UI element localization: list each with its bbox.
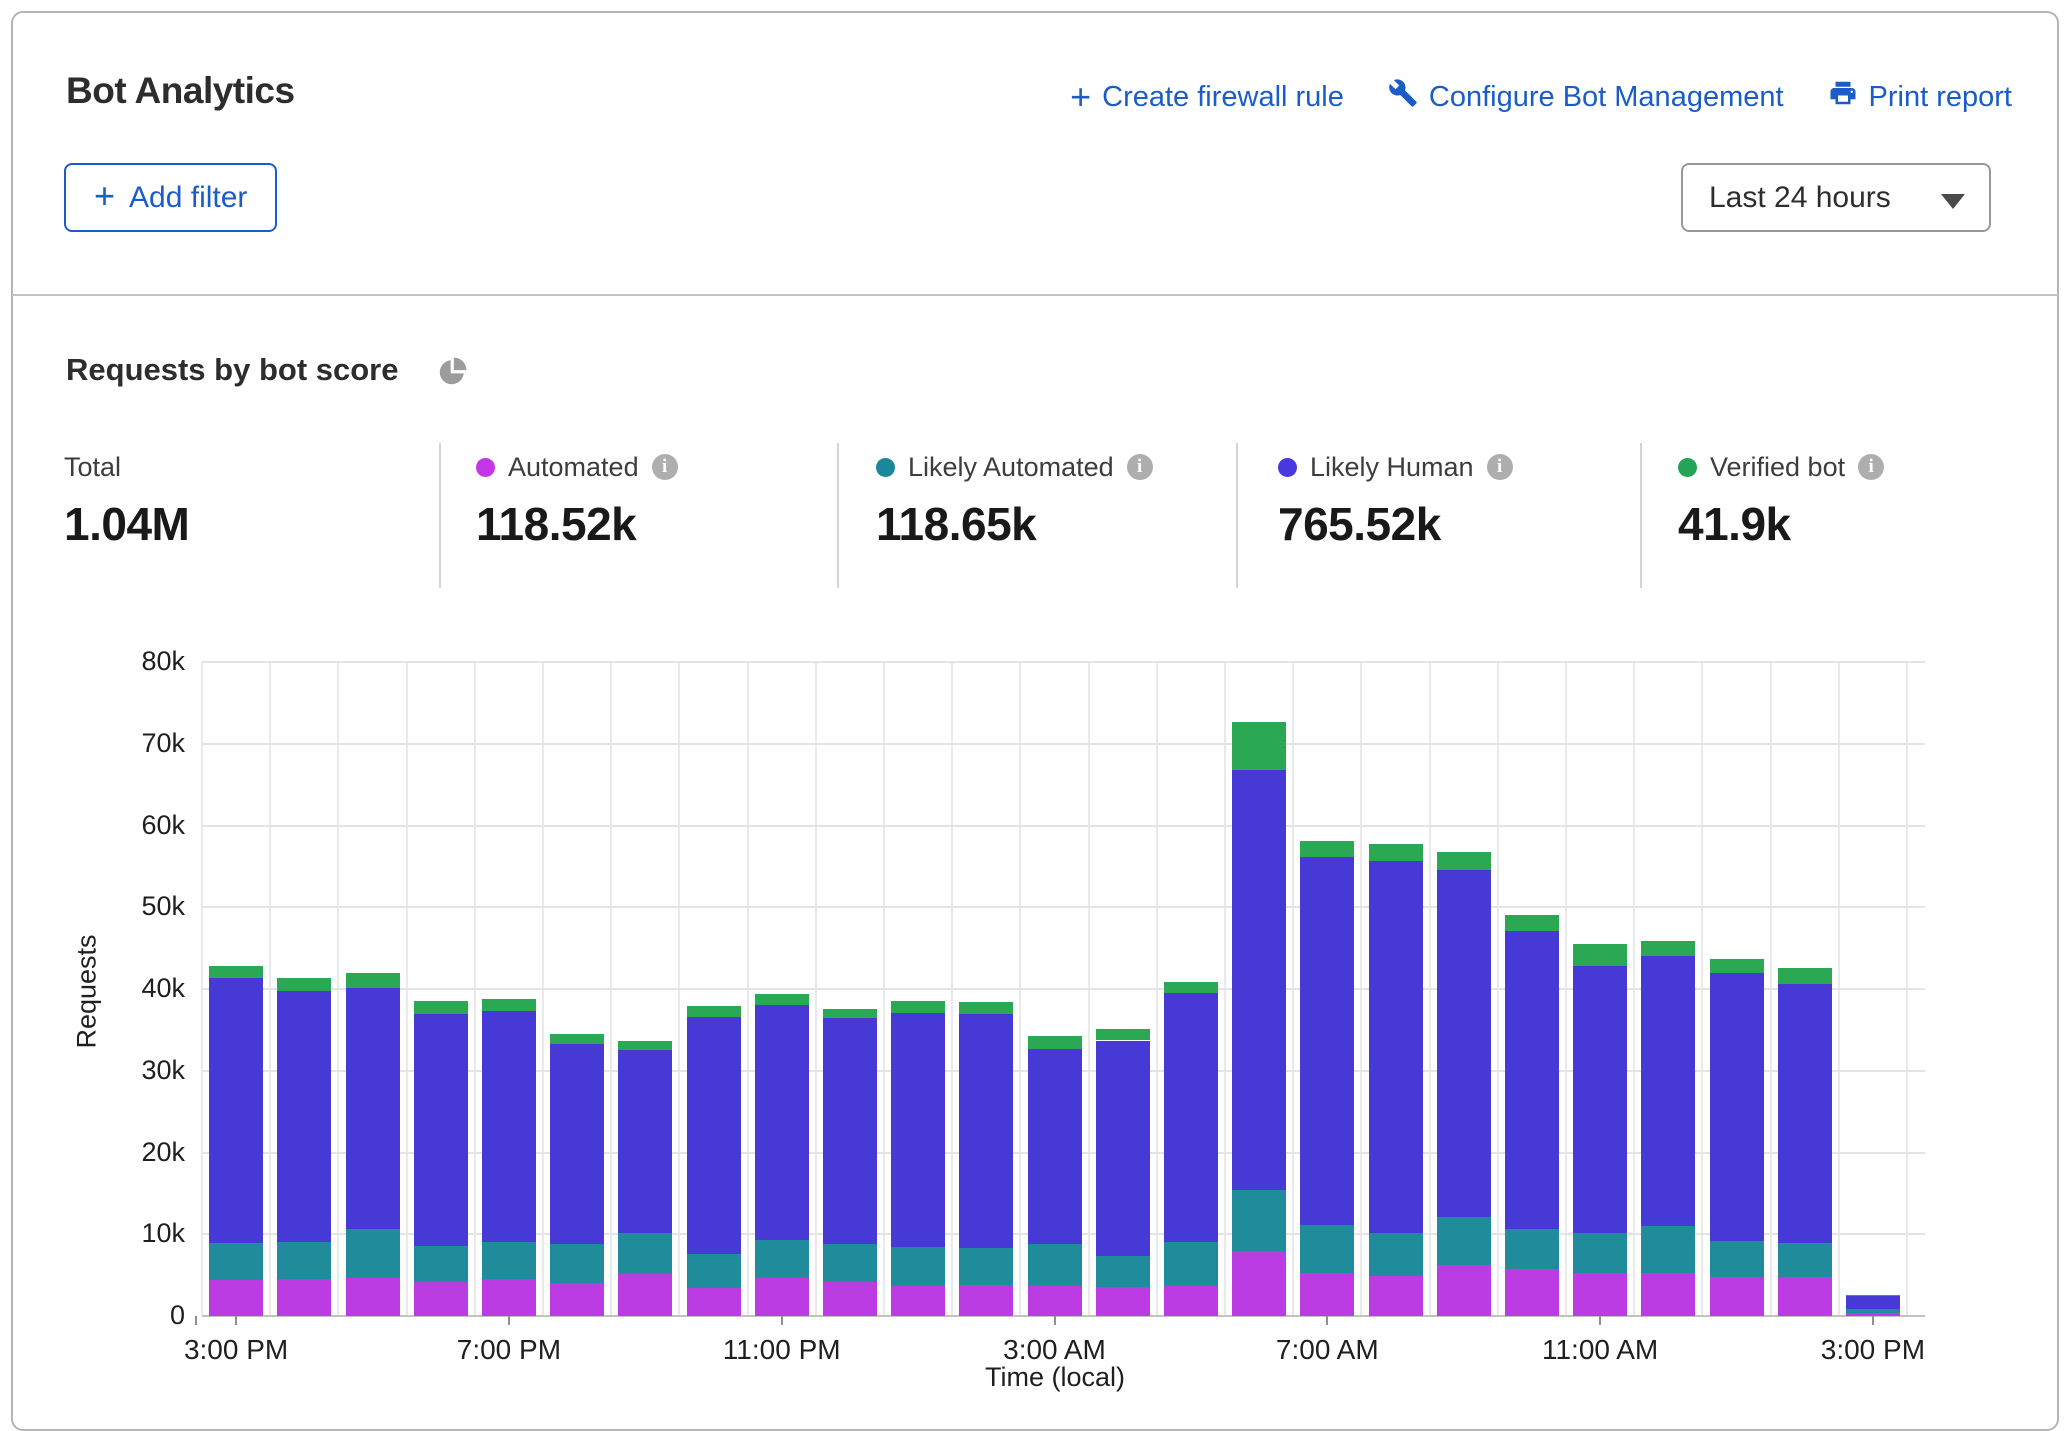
x-axis-title: Time (local) [905,1362,1205,1393]
stat-likely-human-value: 765.52k [1278,497,1513,551]
print-report-link[interactable]: Print report [1828,78,2012,116]
section-heading: Requests by bot score [66,352,398,388]
stat-verified-bot-value: 41.9k [1678,497,1884,551]
chevron-down-icon [1941,194,1965,209]
time-range-dropdown[interactable]: Last 24 hours [1681,163,1991,232]
page-title: Bot Analytics [66,70,295,112]
printer-icon [1828,78,1858,116]
info-icon[interactable]: i [1127,454,1153,480]
header-actions: + Create firewall rule Configure Bot Man… [1070,78,2012,116]
create-firewall-rule-link[interactable]: + Create firewall rule [1070,81,1344,114]
plus-icon: + [94,175,115,217]
plus-icon: + [1070,83,1091,111]
stat-total-value: 1.04M [64,497,189,551]
likely-automated-legend-dot [876,458,895,477]
stat-divider [837,443,839,588]
stat-automated: Automated i 118.52k [476,450,678,551]
time-range-value: Last 24 hours [1709,181,1891,215]
configure-bot-management-label: Configure Bot Management [1429,81,1784,114]
header-divider [12,294,2058,296]
stat-verified-bot: Verified bot i 41.9k [1678,450,1884,551]
stat-divider [439,443,441,588]
automated-legend-dot [476,458,495,477]
stat-likely-human: Likely Human i 765.52k [1278,450,1513,551]
bot-analytics-screen: Bot Analytics + Create firewall rule Con… [0,0,2070,1394]
stat-likely-human-label: Likely Human [1310,452,1474,483]
stat-likely-automated-value: 118.65k [876,497,1153,551]
pie-chart-icon [436,356,468,388]
likely-human-legend-dot [1278,458,1297,477]
stat-divider [1236,443,1238,588]
create-firewall-rule-label: Create firewall rule [1102,81,1344,114]
stat-likely-automated: Likely Automated i 118.65k [876,450,1153,551]
add-filter-button[interactable]: + Add filter [64,163,277,232]
y-axis-title: Requests [72,892,103,1092]
stat-automated-value: 118.52k [476,497,678,551]
configure-bot-management-link[interactable]: Configure Bot Management [1388,78,1784,116]
print-report-label: Print report [1869,81,2012,114]
add-filter-label: Add filter [129,181,247,215]
info-icon[interactable]: i [652,454,678,480]
verified-bot-legend-dot [1678,458,1697,477]
stat-verified-bot-label: Verified bot [1710,452,1845,483]
info-icon[interactable]: i [1858,454,1884,480]
stat-total: Total 1.04M [64,450,189,551]
stat-divider [1640,443,1642,588]
wrench-icon [1388,78,1418,116]
stat-total-label: Total [64,452,121,483]
info-icon[interactable]: i [1487,454,1513,480]
stat-likely-automated-label: Likely Automated [908,452,1114,483]
stat-automated-label: Automated [508,452,639,483]
